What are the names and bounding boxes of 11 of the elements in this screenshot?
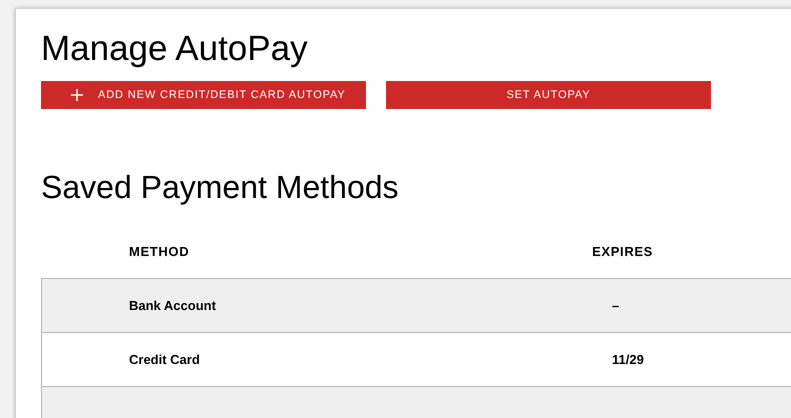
column-header: EXPIRES bbox=[592, 243, 653, 262]
plus-icon bbox=[71, 89, 83, 101]
page-title: Manage AutoPay bbox=[41, 29, 308, 69]
set-autopay-button[interactable]: SET AUTOPAY bbox=[386, 81, 711, 109]
table-cell-text: Credit Card bbox=[129, 350, 200, 369]
add-card-button[interactable]: ADD NEW CREDIT/DEBIT CARD AUTOPAY bbox=[41, 81, 366, 109]
table-cell-text: – bbox=[612, 296, 620, 315]
column-header: METHOD bbox=[129, 243, 190, 262]
section-title: Saved Payment Methods bbox=[41, 168, 399, 206]
table-cell-text: Bank Account bbox=[129, 296, 216, 315]
table-cell-text: 11/29 bbox=[612, 350, 645, 369]
